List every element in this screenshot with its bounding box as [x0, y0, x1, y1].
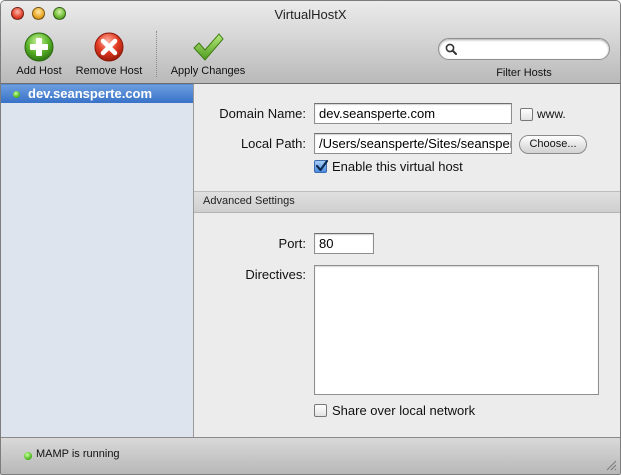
mamp-status-indicator-icon [24, 452, 32, 460]
enable-host-label: Enable this virtual host [332, 159, 463, 174]
app-window: VirtualHostX Add Host Remove Host Apply … [0, 0, 621, 475]
enable-host-checkbox[interactable] [314, 159, 329, 173]
www-checkbox[interactable] [520, 108, 533, 121]
host-active-indicator-icon [13, 91, 20, 98]
port-field[interactable]: 80 [314, 233, 374, 254]
directives-label: Directives: [245, 267, 306, 282]
local-path-label: Local Path: [240, 136, 306, 151]
port-label: Port: [278, 236, 306, 251]
local-path-field[interactable]: /Users/seansperte/Sites/seansperte [314, 133, 512, 154]
host-name: dev.seansperte.com [28, 86, 153, 101]
host-list-item[interactable]: dev.seansperte.com [1, 84, 193, 103]
resize-grip-icon[interactable] [605, 459, 617, 471]
advanced-settings-title: Advanced Settings [203, 195, 295, 207]
domain-name-label: Domain Name: [219, 106, 306, 121]
filter-hosts-input[interactable] [461, 41, 605, 59]
apply-changes-button[interactable]: Apply Changes [163, 31, 253, 77]
toolbar-separator [156, 31, 157, 77]
advanced-settings-header: Advanced Settings [194, 191, 620, 213]
mamp-status-text: MAMP is running [36, 448, 120, 460]
apply-changes-label: Apply Changes [170, 65, 246, 77]
filter-hosts-field[interactable] [438, 38, 610, 60]
filter-hosts-label: Filter Hosts [496, 67, 552, 79]
x-icon [94, 32, 124, 62]
remove-host-button[interactable]: Remove Host [71, 31, 147, 77]
host-settings-pane: Domain Name: dev.seansperte.com www. Loc… [194, 84, 620, 437]
plus-icon [24, 32, 54, 62]
window-title: VirtualHostX [274, 7, 347, 22]
status-bar: MAMP is running [1, 437, 620, 474]
remove-host-label: Remove Host [75, 65, 143, 77]
choose-path-button[interactable]: Choose... [519, 135, 587, 154]
add-host-label: Add Host [16, 65, 62, 77]
hosts-sidebar: dev.seansperte.com [1, 84, 194, 437]
magnifier-icon [445, 43, 457, 55]
directives-textarea[interactable] [314, 265, 599, 395]
www-label: www. [537, 107, 566, 121]
share-network-checkbox[interactable] [314, 404, 327, 417]
checkmark-icon [315, 159, 329, 172]
share-network-label: Share over local network [332, 403, 476, 418]
add-host-button[interactable]: Add Host [9, 31, 69, 77]
domain-name-field[interactable]: dev.seansperte.com [314, 103, 512, 124]
title-toolbar: VirtualHostX Add Host Remove Host Apply … [1, 1, 620, 84]
checkmark-icon [193, 33, 224, 61]
